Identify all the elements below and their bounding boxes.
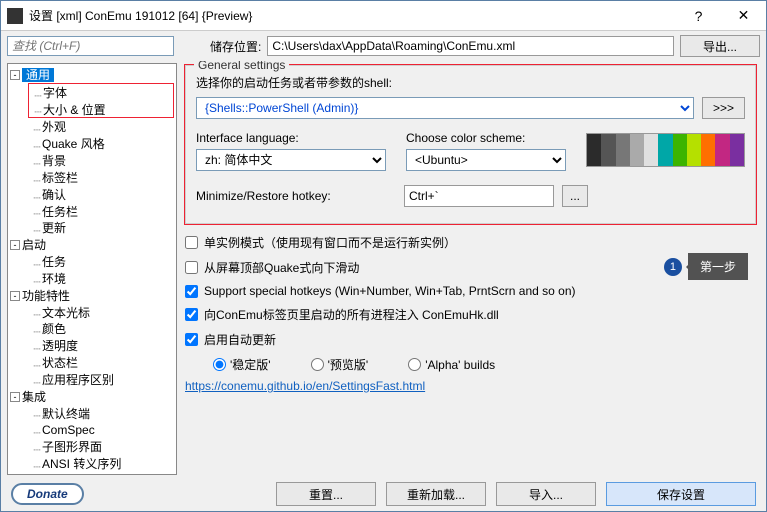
tree-item[interactable]: ┈任务 — [30, 253, 174, 270]
tree-item[interactable]: ┈透明度 — [30, 337, 174, 354]
language-select[interactable]: zh: 简体中文 — [196, 149, 386, 171]
hotkey-more-button[interactable]: ... — [562, 185, 588, 207]
tree-item[interactable]: ┈字体 — [31, 84, 173, 101]
color-swatches[interactable] — [586, 133, 745, 167]
startup-task-select[interactable]: {Shells::PowerShell (Admin)} — [196, 97, 694, 119]
tree-item[interactable]: -通用┈字体┈大小 & 位置┈外观┈Quake 风格┈背景┈标签栏┈确认┈任务栏… — [8, 66, 176, 236]
color-label: Choose color scheme: — [406, 131, 566, 145]
auto-update-checkbox[interactable]: 启用自动更新 — [185, 331, 756, 348]
hotkey-field[interactable] — [404, 185, 554, 207]
help-button[interactable]: ? — [676, 1, 721, 31]
tree-item[interactable]: ┈状态栏 — [30, 354, 174, 371]
save-button[interactable]: 保存设置 — [606, 482, 756, 506]
export-button[interactable]: 导出... — [680, 35, 760, 57]
tree-item[interactable]: -启动┈任务┈环境 — [8, 236, 176, 286]
search-input[interactable] — [7, 36, 174, 56]
tree-item[interactable]: ┈更新 — [30, 219, 174, 236]
close-button[interactable]: ✕ — [721, 1, 766, 31]
tree-item[interactable]: ┈背景 — [30, 152, 174, 169]
window-title: 设置 [xml] ConEmu 191012 [64] {Preview} — [29, 7, 676, 24]
tree-item[interactable]: ┈应用程序区别 — [30, 371, 174, 388]
special-hotkeys-checkbox[interactable]: Support special hotkeys (Win+Number, Win… — [185, 284, 756, 298]
hotkey-label: Minimize/Restore hotkey: — [196, 189, 396, 203]
task-more-button[interactable]: >>> — [702, 97, 745, 119]
tree-item[interactable]: ┈标签栏 — [30, 169, 174, 186]
single-instance-checkbox[interactable]: 单实例模式（使用现有窗口而不是运行新实例） — [185, 234, 756, 251]
reset-button[interactable]: 重置... — [276, 482, 376, 506]
tree-item[interactable]: ┈子图形界面 — [30, 438, 174, 455]
tree-item[interactable]: ┈外观 — [30, 118, 174, 135]
storage-path-field[interactable] — [267, 36, 674, 56]
color-scheme-select[interactable]: <Ubuntu> — [406, 149, 566, 171]
general-settings-group: General settings 选择你的启动任务或者带参数的shell: {S… — [185, 65, 756, 224]
lang-label: Interface language: — [196, 131, 386, 145]
tree-item[interactable]: -功能特性┈文本光标┈颜色┈透明度┈状态栏┈应用程序区别 — [8, 287, 176, 388]
import-button[interactable]: 导入... — [496, 482, 596, 506]
tree-item[interactable]: ┈ANSI 转义序列 — [30, 455, 174, 472]
callout-text: 第一步 — [688, 253, 748, 280]
help-link[interactable]: https://conemu.github.io/en/SettingsFast… — [185, 379, 425, 393]
alpha-radio[interactable]: 'Alpha' builds — [408, 356, 495, 373]
tree-item[interactable]: ┈Quake 风格 — [30, 135, 174, 152]
app-icon — [7, 8, 23, 24]
storage-label: 储存位置: — [210, 38, 261, 55]
group-legend: General settings — [194, 61, 289, 72]
tree-item[interactable]: ┈环境 — [30, 270, 174, 287]
task-label: 选择你的启动任务或者带参数的shell: — [196, 74, 745, 91]
preview-radio[interactable]: '预览版' — [311, 356, 369, 373]
tree-item[interactable]: ┈ComSpec — [30, 421, 174, 438]
inject-hook-checkbox[interactable]: 向ConEmu标签页里启动的所有进程注入 ConEmuHk.dll — [185, 306, 756, 323]
tree-item[interactable]: -按键 & 宏┈键盘 — [8, 472, 176, 475]
settings-tree[interactable]: -通用┈字体┈大小 & 位置┈外观┈Quake 风格┈背景┈标签栏┈确认┈任务栏… — [7, 63, 177, 475]
tree-item[interactable]: ┈大小 & 位置 — [31, 101, 173, 118]
tree-item[interactable]: ┈确认 — [30, 186, 174, 203]
tree-item[interactable]: ┈颜色 — [30, 320, 174, 337]
tree-item[interactable]: ┈默认终端 — [30, 405, 174, 422]
stable-radio[interactable]: '稳定版' — [213, 356, 271, 373]
reload-button[interactable]: 重新加载... — [386, 482, 486, 506]
tree-item[interactable]: -集成┈默认终端┈ComSpec┈子图形界面┈ANSI 转义序列 — [8, 388, 176, 472]
tree-item[interactable]: ┈文本光标 — [30, 304, 174, 321]
donate-button[interactable]: Donate — [11, 483, 84, 505]
tree-item[interactable]: ┈任务栏 — [30, 203, 174, 220]
